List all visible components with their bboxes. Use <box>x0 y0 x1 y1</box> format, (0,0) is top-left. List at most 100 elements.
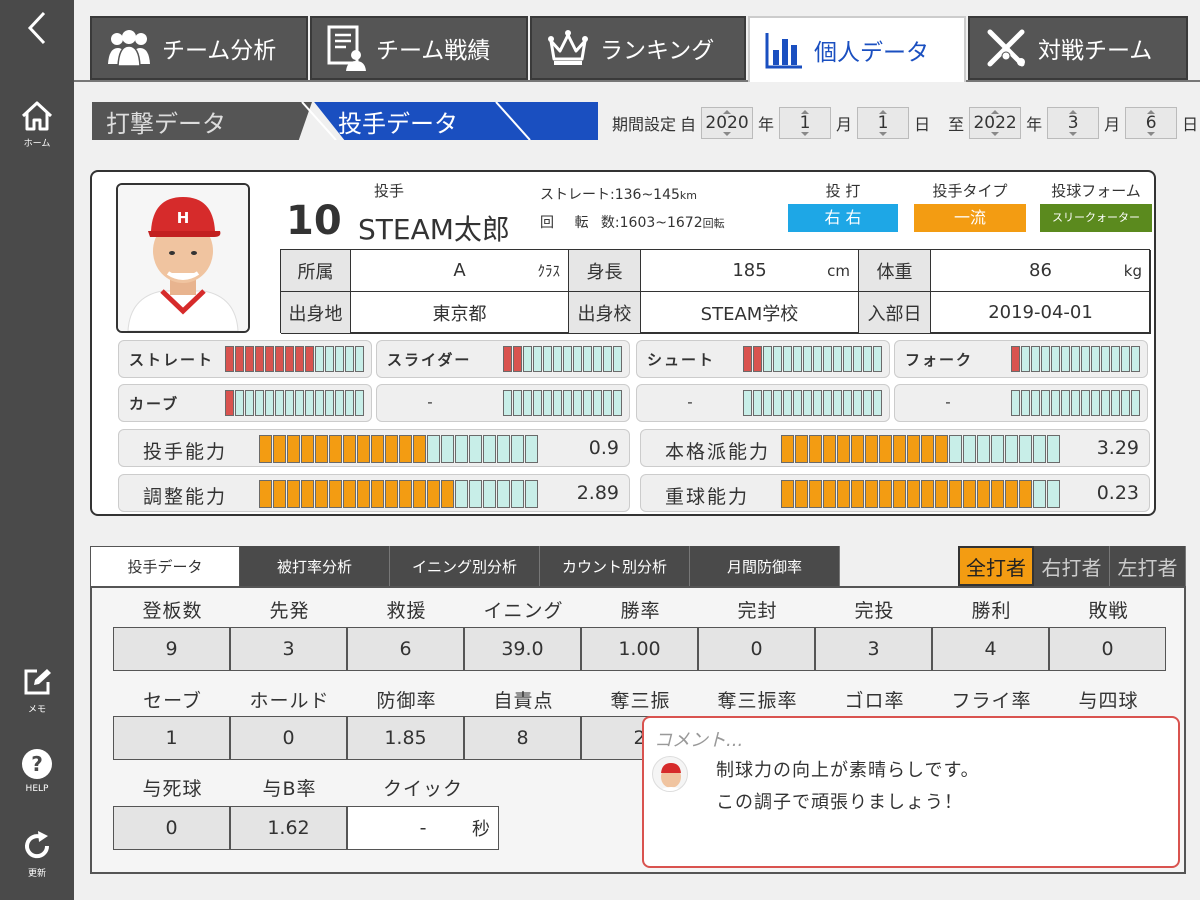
svg-text:H: H <box>177 209 190 227</box>
filter-0[interactable]: 全打者 <box>958 546 1034 586</box>
pitch-label: スライダー <box>387 351 472 369</box>
back-button[interactable] <box>0 10 74 46</box>
subtab-3[interactable]: カウント別分析 <box>540 546 690 586</box>
pitch-label: - <box>945 393 953 411</box>
tab-team-analysis[interactable]: チーム分析 <box>90 16 308 80</box>
bar-segment <box>1005 480 1018 508</box>
stat-value[interactable]: -秒 <box>347 806 499 850</box>
start-month-spinner[interactable]: 1 <box>779 107 832 139</box>
stat-header: フライ率 <box>951 690 1032 712</box>
ability-box: 本格派能力 3.29 <box>640 429 1150 467</box>
period-setting: 期間設定 自 2020 年 1 月 1 日 至 2022 年 3 月 6 日 <box>612 106 1198 140</box>
bar-segment <box>305 346 314 372</box>
segment-batting[interactable]: 打撃データ <box>92 102 312 140</box>
tab-team-record[interactable]: チーム戦績 <box>310 16 528 80</box>
subtab-4[interactable]: 月間防御率 <box>690 546 840 586</box>
join-label: 入部日 <box>859 292 931 334</box>
tab-label: チーム分析 <box>162 38 277 64</box>
stat-header: ゴロ率 <box>844 690 905 712</box>
stat-header: 奪三振 <box>610 690 671 712</box>
home-button[interactable]: ホーム <box>0 100 74 149</box>
refresh-label: 更新 <box>27 869 46 879</box>
team-label: 所属 <box>281 250 351 292</box>
end-year-value: 2022 <box>973 113 1017 133</box>
bar-segment <box>1061 390 1070 416</box>
pitch-level-bar <box>743 390 883 416</box>
bar-segment <box>235 346 244 372</box>
stat-header: ホールド <box>249 690 330 712</box>
bar-segment <box>533 346 542 372</box>
subtab-0[interactable]: 投手データ <box>90 546 240 586</box>
end-day-value: 6 <box>1145 113 1157 133</box>
memo-button[interactable]: メモ <box>0 666 74 715</box>
ability-box: 調整能力 2.89 <box>118 474 630 512</box>
start-year-spinner[interactable]: 2020 <box>701 107 754 139</box>
stat-header: 自責点 <box>493 690 554 712</box>
sidebar: ホーム メモ ? HELP 更新 <box>0 0 74 900</box>
bar-segment <box>1051 346 1060 372</box>
bar-segment <box>583 390 592 416</box>
bar-segment <box>1031 390 1040 416</box>
subtab-1[interactable]: 被打率分析 <box>240 546 390 586</box>
bar-segment <box>879 435 892 463</box>
help-button[interactable]: ? HELP <box>0 748 74 794</box>
bar-segment <box>511 435 524 463</box>
refresh-button[interactable]: 更新 <box>0 830 74 879</box>
throw-bat-badge: 右 右 <box>788 204 898 232</box>
bar-segment <box>329 480 342 508</box>
stat-header: 勝率 <box>620 600 661 622</box>
pitch-label: カーブ <box>129 395 180 413</box>
player-info-table: 所属 A ｸﾗｽ 身長 185 cm 体重 86 kg 出身地 東京都 出身校 STE… <box>280 249 1151 334</box>
bar-segment <box>1031 346 1040 372</box>
bar-segment <box>357 480 370 508</box>
bar-segment <box>823 435 836 463</box>
subtab-2[interactable]: イニング別分析 <box>390 546 540 586</box>
bar-segment <box>301 480 314 508</box>
position-label: 投手 <box>374 182 405 200</box>
bar-segment <box>809 480 822 508</box>
weight-label: 体重 <box>859 250 931 292</box>
filter-2[interactable]: 左打者 <box>1110 546 1186 586</box>
help-icon: ? <box>22 749 52 779</box>
weight-unit: kg <box>1123 261 1142 280</box>
comment-box[interactable]: コメント... 制球力の向上が素晴らしです。 この調子で頑張りましょう！ <box>642 716 1180 868</box>
end-day-spinner[interactable]: 6 <box>1125 107 1178 139</box>
bar-segment <box>371 435 384 463</box>
bar-segment <box>287 480 300 508</box>
pitch-box: - <box>894 384 1148 422</box>
pitch-box: シュート <box>636 340 890 378</box>
tab-ranking[interactable]: ランキング <box>530 16 746 80</box>
segment-batting-label: 打撃データ <box>106 109 226 138</box>
bar-segment <box>285 390 294 416</box>
form-badge: スリークォーター <box>1040 204 1152 232</box>
bar-segment <box>455 435 468 463</box>
bar-segment <box>977 480 990 508</box>
bar-segment <box>427 435 440 463</box>
bar-segment <box>1041 390 1050 416</box>
pitch-label: - <box>427 393 435 411</box>
bar-segment <box>809 435 822 463</box>
tab-opponent-team[interactable]: 対戦チーム <box>968 16 1188 80</box>
start-day-spinner[interactable]: 1 <box>857 107 910 139</box>
bar-segment <box>1041 346 1050 372</box>
bar-segment <box>543 390 552 416</box>
bar-segment <box>385 435 398 463</box>
bar-segment <box>1071 346 1080 372</box>
player-avatar-icon: H <box>118 185 248 331</box>
bar-segment <box>783 346 792 372</box>
start-month-value: 1 <box>799 113 811 133</box>
bar-segment <box>603 346 612 372</box>
bar-segment <box>511 480 524 508</box>
stat-header: 登板数 <box>142 600 203 622</box>
bar-segment <box>513 346 522 372</box>
bar-segment <box>399 480 412 508</box>
end-month-spinner[interactable]: 3 <box>1047 107 1100 139</box>
bar-segment <box>265 390 274 416</box>
bar-segment <box>1081 346 1090 372</box>
tab-personal-data[interactable]: 個人データ <box>748 16 966 82</box>
filter-1[interactable]: 右打者 <box>1034 546 1110 586</box>
end-year-spinner[interactable]: 2022 <box>969 107 1022 139</box>
pitcher-type-badge: 一流 <box>914 204 1026 232</box>
stat-header: 与死球 <box>142 778 203 800</box>
unit-year: 年 <box>1026 115 1043 134</box>
